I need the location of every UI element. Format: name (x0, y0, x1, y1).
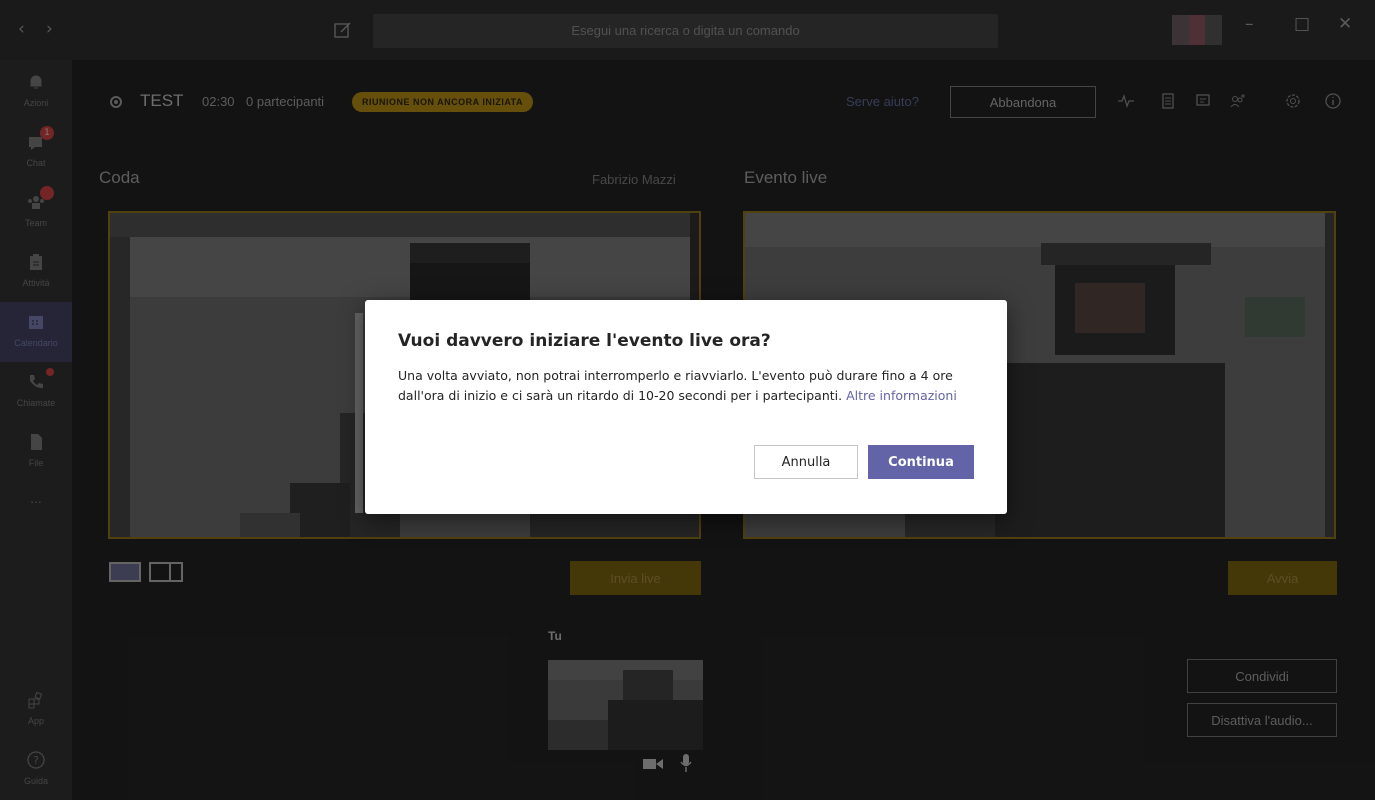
more-info-link[interactable]: Altre informazioni (846, 388, 957, 403)
confirm-start-dialog: Vuoi davvero iniziare l'evento live ora?… (365, 300, 1007, 514)
dialog-body: Una volta avviato, non potrai interrompe… (398, 366, 978, 406)
continue-button[interactable]: Continua (868, 445, 974, 479)
cancel-button[interactable]: Annulla (754, 445, 858, 479)
dialog-title: Vuoi davvero iniziare l'evento live ora? (398, 331, 771, 351)
